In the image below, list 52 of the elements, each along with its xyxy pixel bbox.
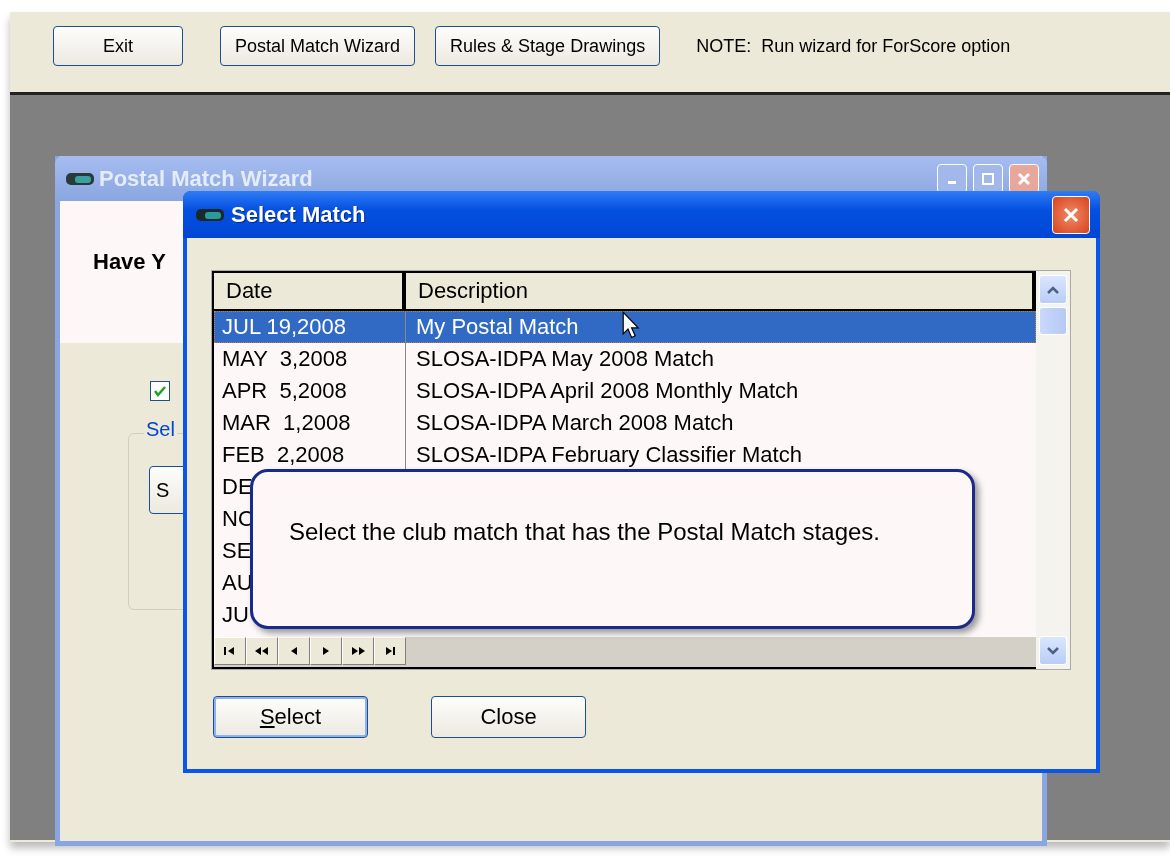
description-cell-text: SLOSA-IDPA February Classifier Match [416,441,802,469]
table-row[interactable]: SE [214,535,254,567]
nav-prev-icon [291,647,297,655]
table-row[interactable]: MAY 3,2008 SLOSA-IDPA May 2008 Match [214,343,1036,375]
close-button[interactable] [1052,195,1090,234]
maximize-icon [981,171,995,186]
nav-prev-button[interactable] [278,637,310,665]
maximize-button[interactable] [973,163,1003,194]
minimize-button[interactable] [937,163,967,194]
table-row[interactable]: APR 5,2008 SLOSA-IDPA April 2008 Monthly Match [214,375,1036,407]
nav-nextpage-button[interactable] [342,637,374,665]
toolbar-button[interactable]: Rules & Stage Drawings [435,26,661,66]
table-row[interactable]: JUL 19,2008 My Postal Match [214,311,1036,343]
table-row[interactable]: JU [214,599,254,631]
description-cell-text: SLOSA-IDPA April 2008 Monthly Match [416,377,799,405]
nav-next-icon [323,647,329,655]
description-cell-text: SLOSA-IDPA March 2008 Match [416,409,734,437]
scroll-thumb[interactable] [1039,307,1067,335]
description-cell-text: SLOSA-IDPA May 2008 Match [416,345,714,373]
date-cell: MAY 3,2008 [214,343,406,375]
nav-last-button[interactable] [374,637,406,665]
nav-prevpage-button[interactable] [246,637,278,665]
nav-nextpage-icon [349,647,367,655]
minimize-icon [948,181,956,184]
callout-text: Select the club match that has the Postal Match stages. [289,517,881,547]
caret-down-icon [1046,645,1060,656]
check-icon [153,384,167,398]
scroll-down-button[interactable] [1039,636,1067,665]
nav-first-button[interactable] [214,637,246,665]
checkbox[interactable] [150,381,170,401]
toolbar-button[interactable]: Exit [53,26,183,66]
date-cell: MAR 1,2008 [214,407,406,439]
table-row[interactable]: MAR 1,2008 SLOSA-IDPA March 2008 Match [214,407,1036,439]
toolbar-button[interactable]: Postal Match Wizard [220,26,416,66]
close-icon [1016,170,1032,187]
nav-next-button[interactable] [310,637,342,665]
scroll-up-button[interactable] [1039,275,1067,304]
caret-up-icon [1046,284,1060,295]
scrollbar[interactable] [1036,271,1070,669]
dialog-button[interactable]: Close [431,696,586,738]
dialog-button[interactable]: Select [213,696,368,738]
window-title: Select Match [231,201,366,228]
wizard-heading: Have Y [93,249,166,275]
nav-prevpage-icon [253,647,271,655]
date-cell: APR 5,2008 [214,375,406,407]
close-button[interactable] [1009,163,1039,194]
window-title: Postal Match Wizard [99,165,313,192]
app-icon [195,206,225,223]
note-label: NOTE: Run wizard for ForScore option [696,35,1011,57]
date-cell: JUL 19,2008 [214,311,406,343]
description-cell-text: My Postal Match [416,313,579,341]
app-icon [65,170,95,187]
